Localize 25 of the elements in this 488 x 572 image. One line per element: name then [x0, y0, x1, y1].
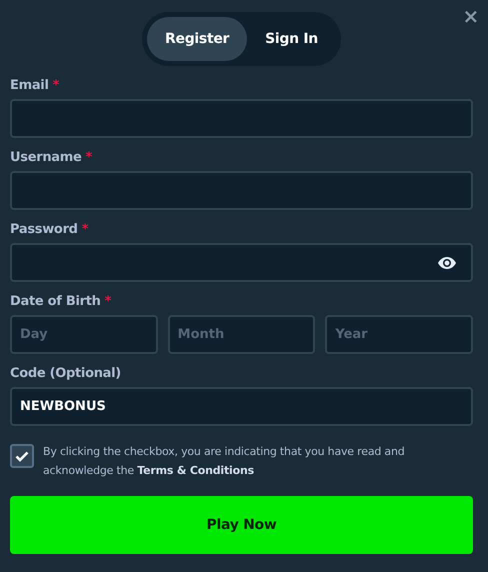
required-mark: *	[86, 150, 92, 165]
field-label: Email	[10, 78, 49, 93]
input-field[interactable]: Month	[168, 315, 316, 354]
input-field[interactable]: Day	[10, 315, 158, 354]
checkbox[interactable]	[10, 444, 34, 468]
tab[interactable]: Sign In	[247, 17, 336, 61]
required-mark: *	[104, 294, 112, 309]
play-now-button[interactable]: Play Now	[10, 496, 473, 554]
terms-text: By clicking the checkbox, you are indicating that you have read and acknowledge the Terms & Conditions	[43, 444, 406, 479]
input-field[interactable]	[10, 171, 473, 210]
password-field[interactable]	[10, 243, 473, 282]
field-label: Username	[10, 150, 82, 165]
field-label: Date of Birth	[10, 294, 101, 309]
field-label: Code (Optional)	[10, 366, 121, 381]
input-field[interactable]	[10, 99, 473, 138]
required-mark: *	[52, 78, 60, 93]
field-label: Password	[10, 222, 78, 237]
required-mark: *	[82, 222, 88, 237]
terms-link[interactable]: Terms & Conditions	[137, 464, 254, 477]
eye-icon[interactable]	[438, 257, 456, 269]
input-field[interactable]: Year	[325, 315, 474, 354]
input-field[interactable]: NEWBONUS	[10, 387, 473, 426]
tab[interactable]: Register	[147, 17, 248, 61]
check-icon	[15, 450, 29, 462]
close-button[interactable]: ×	[462, 6, 479, 26]
